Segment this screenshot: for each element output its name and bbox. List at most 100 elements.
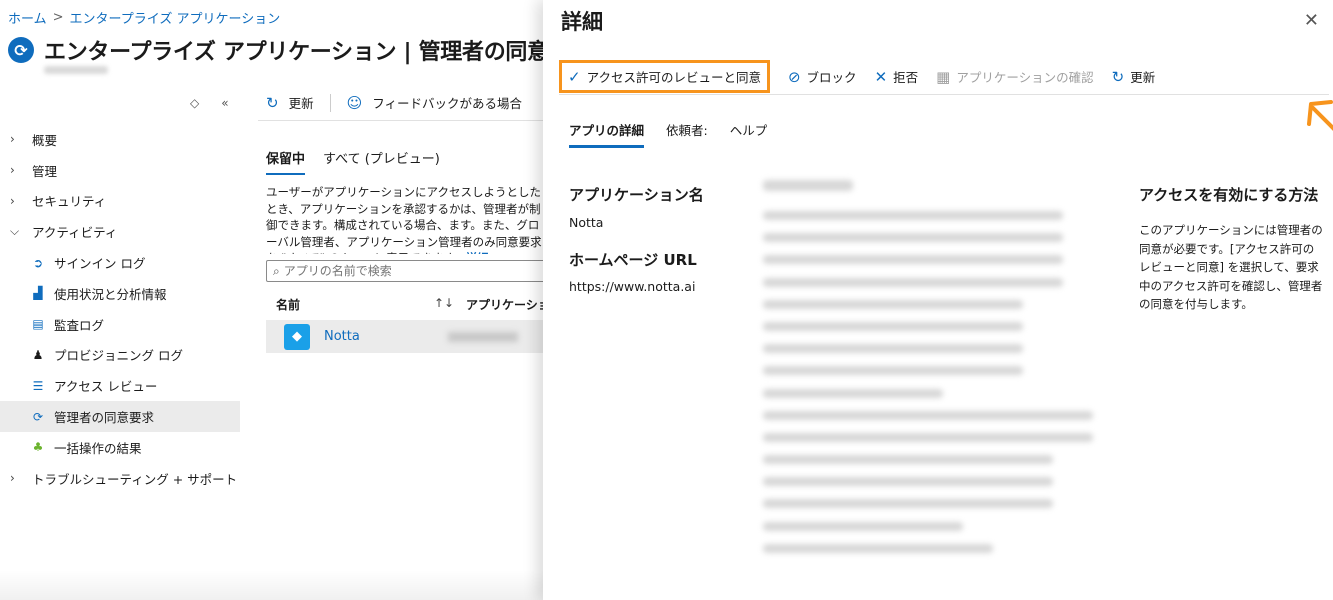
main-toolbar: ↻ 更新 ☺ フィードバックがある場合 bbox=[266, 93, 522, 112]
redacted-line bbox=[763, 211, 1063, 220]
table-row[interactable]: ◆ Notta bbox=[266, 320, 556, 353]
refresh-icon[interactable]: ↻ bbox=[266, 94, 279, 112]
main-tabs: 保留中 すべて (プレビュー) bbox=[266, 148, 440, 175]
nav-item-activity[interactable]: ⌵ アクティビティ bbox=[0, 216, 240, 247]
nav-item-label: アクティビティ bbox=[32, 225, 118, 241]
panel-tabs: アプリの詳細 依頼者: ヘルプ bbox=[569, 120, 768, 148]
consent-icon: ⟳ bbox=[8, 37, 34, 63]
nav-item-sign-in-logs[interactable]: ➲ サインイン ログ bbox=[0, 247, 240, 278]
collapse-menu-icon[interactable]: « bbox=[221, 96, 228, 110]
feedback-icon[interactable]: ☺ bbox=[347, 94, 363, 112]
redacted-line bbox=[763, 388, 943, 398]
confirm-app-label: アプリケーションの確認 bbox=[956, 70, 1094, 85]
expand-collapse-icon[interactable]: ◇ bbox=[190, 96, 199, 110]
nav-item-overview[interactable]: › 概要 bbox=[0, 124, 240, 155]
nav-item-label: 管理者の同意要求 bbox=[54, 410, 155, 426]
nav-item-manage[interactable]: › 管理 bbox=[0, 155, 240, 186]
nav-item-audit-logs[interactable]: ▤ 監査ログ bbox=[0, 309, 240, 340]
nav-item-label: プロビジョニング ログ bbox=[54, 348, 183, 364]
nav-item-access-reviews[interactable]: ☰ アクセス レビュー bbox=[0, 370, 240, 401]
redacted-line bbox=[763, 499, 1053, 509]
homepage-url-label: ホームページ URL bbox=[569, 251, 697, 269]
nav-item-troubleshooting[interactable]: › トラブルシューティング + サポート bbox=[0, 463, 240, 494]
chevron-right-icon: › bbox=[10, 132, 15, 147]
redacted-line bbox=[763, 432, 1093, 442]
chevron-right-icon: › bbox=[10, 471, 15, 486]
tab-requested-by[interactable]: 依頼者: bbox=[666, 120, 708, 139]
close-x-icon: ✕ bbox=[874, 67, 888, 86]
nav-item-label: セキュリティ bbox=[32, 194, 107, 210]
help-text: このアプリケーションには管理者の同意が必要です。[アクセス許可のレビューと同意]… bbox=[1139, 223, 1323, 311]
chevron-right-icon: > bbox=[52, 10, 64, 25]
nav-item-usage-insights[interactable]: ▟ 使用状況と分析情報 bbox=[0, 278, 240, 309]
redacted-line bbox=[763, 455, 1053, 465]
tab-app-details[interactable]: アプリの詳細 bbox=[569, 120, 645, 148]
tenant-name-blurred bbox=[44, 66, 108, 74]
page-title: エンタープライズ アプリケーション | 管理者の同意要 bbox=[44, 40, 571, 65]
learn-more-link[interactable]: 詳細 bbox=[465, 251, 488, 254]
redacted-reply-urls bbox=[763, 180, 1103, 566]
audit-log-icon: ▤ bbox=[32, 317, 44, 332]
nav-item-label: 概要 bbox=[32, 132, 58, 148]
redacted-line bbox=[763, 521, 963, 531]
app-name-link[interactable]: Notta bbox=[324, 329, 360, 344]
nav-item-label: 一括操作の結果 bbox=[54, 440, 142, 456]
refresh-button[interactable]: 更新 bbox=[289, 93, 314, 112]
description: ユーザーがアプリケーションにアクセスしようとしたとき、アプリケーションを承認する… bbox=[266, 184, 546, 254]
chevron-right-icon: › bbox=[10, 193, 15, 208]
divider bbox=[559, 94, 1329, 95]
app-grid-icon: ▦ bbox=[936, 67, 951, 86]
nav-item-label: アクセス レビュー bbox=[54, 379, 158, 395]
left-nav: › 概要 › 管理 › セキュリティ ⌵ アクティビティ ➲ サインイン ログ … bbox=[0, 124, 240, 494]
access-review-icon: ☰ bbox=[32, 378, 44, 393]
chevron-down-icon: ⌵ bbox=[10, 224, 20, 239]
block-button[interactable]: ⊘ ブロック bbox=[788, 67, 857, 86]
breadcrumb-home[interactable]: ホーム bbox=[8, 8, 47, 27]
nav-item-bulk-operations[interactable]: ♣ 一括操作の結果 bbox=[0, 432, 240, 463]
bottom-shadow bbox=[0, 570, 545, 600]
nav-item-provisioning-logs[interactable]: ♟ プロビジョニング ログ bbox=[0, 340, 240, 371]
checkmark-icon: ✓ bbox=[568, 67, 581, 86]
help-title: アクセスを有効にする方法 bbox=[1139, 186, 1319, 204]
search-icon: ⌕ bbox=[273, 263, 280, 278]
sign-in-icon: ➲ bbox=[32, 255, 44, 270]
sort-icon[interactable]: ↑↓ bbox=[434, 296, 466, 313]
analytics-icon: ▟ bbox=[33, 286, 43, 301]
panel-toolbar: ✓ アクセス許可のレビューと同意 ⊘ ブロック ✕ 拒否 ▦ アプリケーションの… bbox=[559, 60, 1156, 93]
deny-label: 拒否 bbox=[893, 70, 919, 85]
description-text: ユーザーがアプリケーションにアクセスしようとしたとき、アプリケーションを承認する… bbox=[266, 185, 542, 254]
redacted-line bbox=[763, 233, 1063, 243]
review-and-consent-label: アクセス許可のレビューと同意 bbox=[586, 70, 761, 85]
refresh-icon: ↻ bbox=[1111, 67, 1125, 86]
details-panel: 詳細 ✕ ✓ アクセス許可のレビューと同意 ⊘ ブロック ✕ 拒否 ▦ アプリケ… bbox=[543, 0, 1333, 600]
annotation-arrow-icon bbox=[1307, 100, 1333, 131]
feedback-button[interactable]: フィードバックがある場合 bbox=[372, 93, 522, 112]
nav-item-label: 監査ログ bbox=[54, 317, 105, 333]
nav-item-label: トラブルシューティング + サポート bbox=[32, 471, 238, 487]
redacted-line bbox=[763, 410, 1093, 420]
app-name-label: アプリケーション名 bbox=[569, 186, 704, 204]
close-icon[interactable]: ✕ bbox=[1304, 10, 1319, 31]
confirm-app-button[interactable]: ▦ アプリケーションの確認 bbox=[936, 67, 1093, 86]
tab-help[interactable]: ヘルプ bbox=[730, 120, 768, 139]
consent-icon: ⟳ bbox=[32, 409, 44, 424]
nav-item-label: 使用状況と分析情報 bbox=[54, 286, 167, 302]
title-row: ⟳ エンタープライズ アプリケーション | 管理者の同意要 bbox=[8, 34, 571, 66]
column-header-name[interactable]: 名前 bbox=[276, 296, 434, 313]
breadcrumb: ホーム > エンタープライズ アプリケーション bbox=[8, 8, 280, 27]
nav-item-admin-consent-requests[interactable]: ⟳ 管理者の同意要求 bbox=[0, 401, 240, 432]
block-icon: ⊘ bbox=[787, 67, 801, 86]
search-box[interactable]: ⌕ bbox=[266, 260, 556, 282]
nav-item-security[interactable]: › セキュリティ bbox=[0, 186, 240, 217]
review-and-consent-button[interactable]: ✓ アクセス許可のレビューと同意 bbox=[559, 60, 770, 93]
refresh-label: 更新 bbox=[1130, 70, 1156, 85]
redacted-line bbox=[763, 277, 1063, 287]
refresh-button[interactable]: ↻ 更新 bbox=[1112, 67, 1156, 86]
search-input[interactable] bbox=[283, 264, 524, 278]
nav-controls: ◇ « bbox=[190, 96, 229, 110]
deny-button[interactable]: ✕ 拒否 bbox=[875, 67, 919, 86]
tab-all[interactable]: すべて (プレビュー) bbox=[323, 148, 440, 167]
breadcrumb-enterprise-apps[interactable]: エンタープライズ アプリケーション bbox=[70, 8, 281, 27]
redacted-heading bbox=[763, 180, 853, 191]
tab-pending[interactable]: 保留中 bbox=[266, 148, 306, 175]
